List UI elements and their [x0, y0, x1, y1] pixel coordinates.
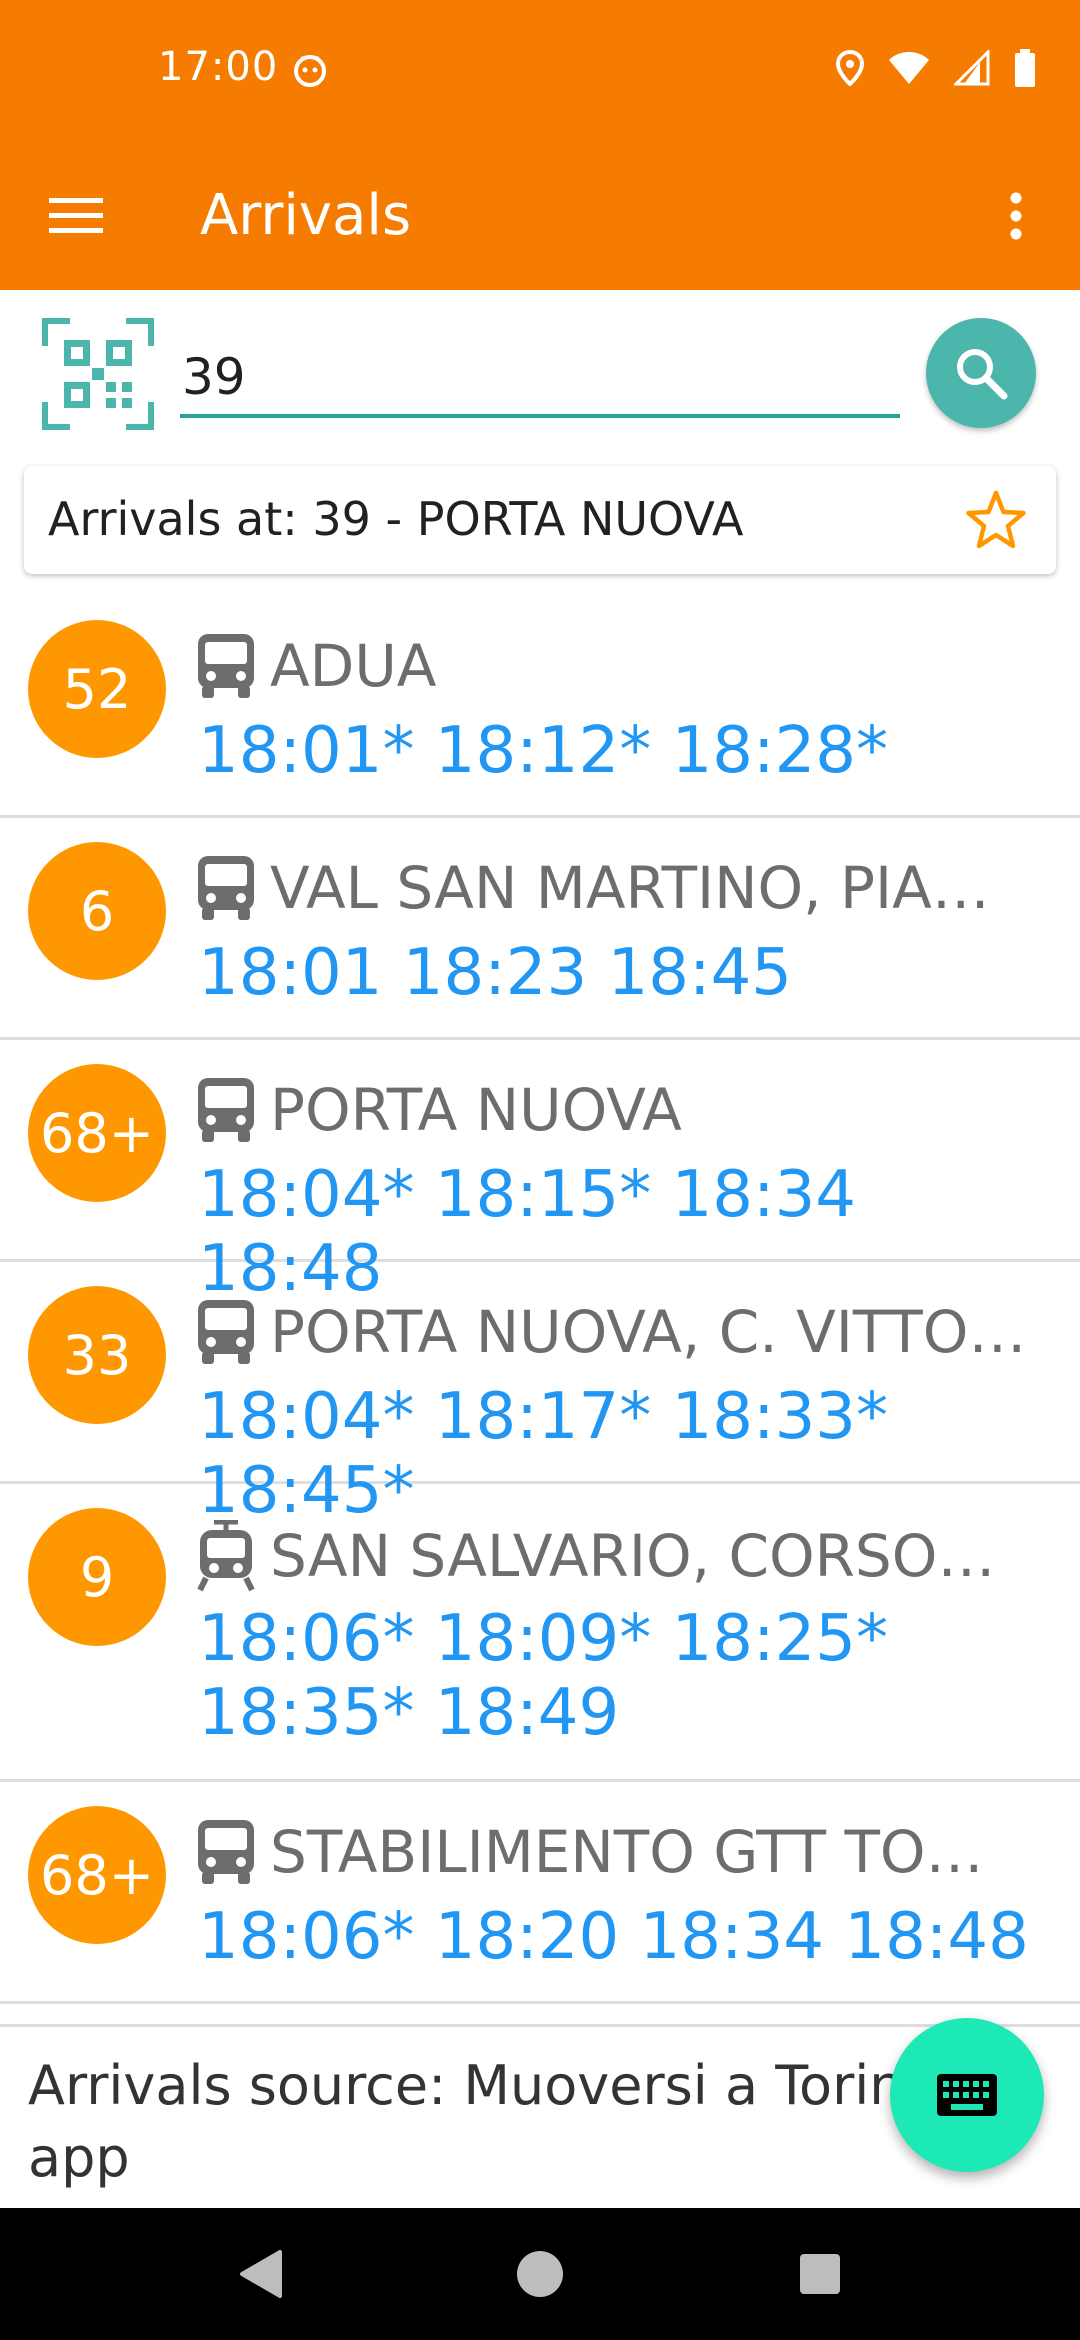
- recents-square-icon: [800, 2254, 840, 2294]
- arrivals-source: Arrivals source: Muoversi a Torino app: [28, 2054, 937, 2189]
- wifi-icon: [888, 51, 930, 89]
- system-nav-bar: [0, 2208, 1080, 2340]
- arrival-times: 18:01* 18:12* 18:28*: [198, 714, 888, 788]
- bus-icon: [198, 1078, 254, 1142]
- destination: PORTA NUOVA, C. VITTO…: [196, 1298, 1026, 1366]
- arrival-times: 18:06* 18:20 18:34 18:48: [198, 1900, 1029, 1974]
- arrival-row[interactable]: 52 ADUA 18:01* 18:12* 18:28*: [0, 596, 1080, 818]
- stop-name: Arrivals at: 39 - PORTA NUOVA: [48, 492, 744, 546]
- line-badge: 6: [28, 842, 166, 980]
- line-badge: 68+: [28, 1806, 166, 1944]
- app-bar: Arrivals: [0, 140, 1080, 290]
- destination-text: SAN SALVARIO, CORSO…: [270, 1522, 996, 1590]
- keyboard-fab[interactable]: [890, 2018, 1044, 2172]
- destination: SAN SALVARIO, CORSO…: [196, 1520, 995, 1592]
- location-icon: [835, 49, 865, 90]
- arrival-times: 18:06* 18:09* 18:25* 18:35* 18:49: [198, 1602, 888, 1750]
- line-badge: 9: [28, 1508, 166, 1646]
- status-bar: 17:00: [0, 0, 1080, 140]
- footer-divider: [0, 2024, 1080, 2027]
- qr-scan-button[interactable]: [40, 316, 156, 432]
- destination-text: ADUA: [270, 632, 437, 700]
- destination: PORTA NUOVA: [196, 1076, 682, 1144]
- nav-home-button[interactable]: [512, 2246, 568, 2302]
- arrival-row[interactable]: 33 PORTA NUOVA, C. VITTO… 18:04* 18:17* …: [0, 1262, 1080, 1528]
- search-button[interactable]: [926, 318, 1036, 428]
- notification-face-icon: [292, 52, 328, 88]
- menu-button[interactable]: [40, 180, 112, 252]
- arrivals-list: 52 ADUA 18:01* 18:12* 18:28* 6 VAL SAN M…: [0, 596, 1080, 2004]
- back-triangle-icon: [240, 2250, 282, 2298]
- more-vert-icon: [1010, 192, 1022, 240]
- destination: ADUA: [196, 632, 436, 700]
- status-icons: [835, 48, 1036, 91]
- bus-icon: [198, 1820, 254, 1884]
- tram-icon: [197, 1520, 255, 1592]
- screen: 17:00 Arrivals 39 Arrivals at: 39 - PORT…: [0, 0, 1080, 2340]
- arrival-times: 18:01 18:23 18:45: [198, 936, 792, 1010]
- destination: STABILIMENTO GTT TO…: [196, 1818, 984, 1886]
- page-title: Arrivals: [200, 183, 412, 248]
- destination: VAL SAN MARTINO, PIA…: [196, 854, 990, 922]
- battery-icon: [1014, 49, 1036, 91]
- keyboard-icon: [937, 2074, 997, 2116]
- arrival-row[interactable]: 68+ PORTA NUOVA 18:04* 18:15* 18:34 18:4…: [0, 1040, 1080, 1306]
- home-circle-icon: [517, 2251, 563, 2297]
- destination-text: VAL SAN MARTINO, PIA…: [270, 854, 990, 922]
- stop-header-card: Arrivals at: 39 - PORTA NUOVA: [24, 466, 1056, 574]
- bus-icon: [198, 856, 254, 920]
- bus-icon: [198, 634, 254, 698]
- line-badge: 33: [28, 1286, 166, 1424]
- arrival-row[interactable]: 9 SAN SALVARIO, CORSO… 18:06* 18:09* 18:…: [0, 1484, 1080, 1782]
- destination-text: STABILIMENTO GTT TO…: [270, 1818, 984, 1886]
- qr-code-scanner-icon: [42, 318, 154, 430]
- favorite-button[interactable]: [960, 484, 1032, 556]
- star-outline-icon: [966, 490, 1026, 549]
- bus-icon: [198, 1300, 254, 1364]
- overflow-menu-button[interactable]: [980, 180, 1052, 252]
- search-icon: [957, 349, 1008, 400]
- hamburger-menu-icon: [49, 198, 103, 233]
- cell-signal-icon: [952, 48, 990, 90]
- nav-recents-button[interactable]: [792, 2246, 848, 2302]
- nav-back-button[interactable]: [232, 2246, 288, 2302]
- line-badge: 68+: [28, 1064, 166, 1202]
- stop-code-input[interactable]: [180, 340, 900, 418]
- destination-text: PORTA NUOVA: [270, 1076, 682, 1144]
- status-time: 17:00: [158, 44, 279, 90]
- search-row: [0, 300, 1080, 440]
- arrival-row[interactable]: 68+ STABILIMENTO GTT TO… 18:06* 18:20 18…: [0, 1782, 1080, 2004]
- destination-text: PORTA NUOVA, C. VITTO…: [270, 1298, 1027, 1366]
- line-badge: 52: [28, 620, 166, 758]
- arrival-row[interactable]: 6 VAL SAN MARTINO, PIA… 18:01 18:23 18:4…: [0, 818, 1080, 1040]
